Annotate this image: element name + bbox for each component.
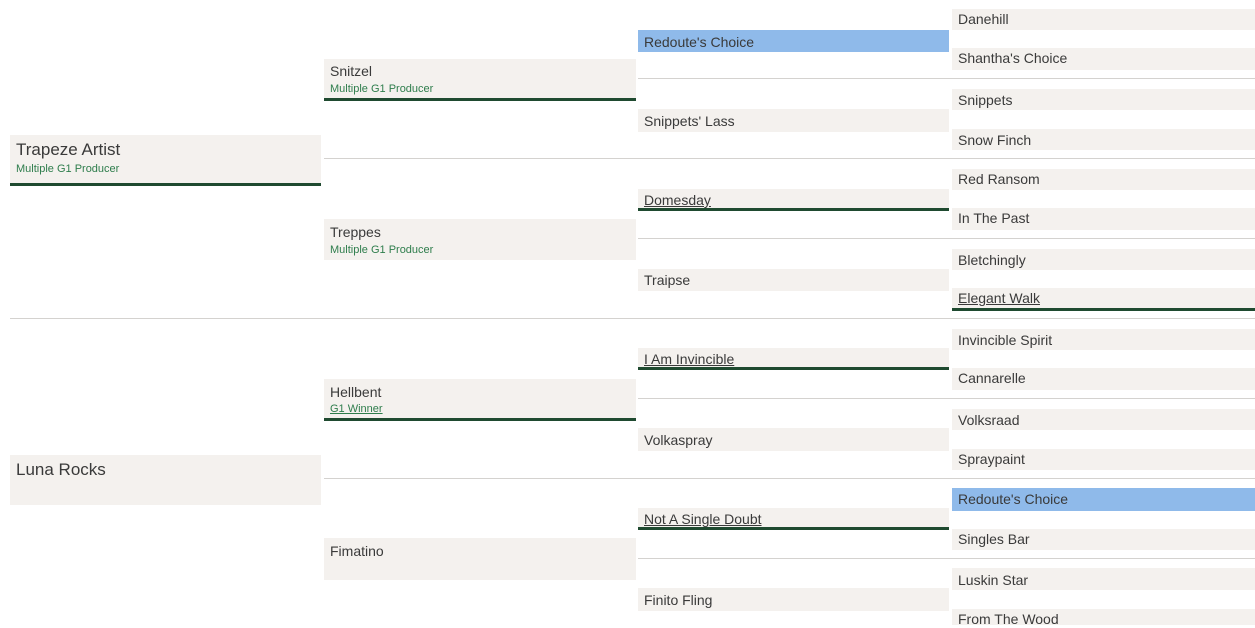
horse-name: Not A Single Doubt [644, 511, 762, 527]
horse-name: Spraypaint [958, 451, 1025, 467]
horse-name: Snippets [958, 92, 1013, 108]
horse-name: Luskin Star [958, 572, 1029, 588]
horse-name: Trapeze Artist [16, 140, 121, 159]
divider [638, 558, 1255, 559]
pedigree-gen3-0[interactable]: Redoute's Choice [638, 30, 949, 52]
pedigree-gen3-6[interactable]: Not A Single Doubt [638, 508, 949, 530]
horse-name: Domesday [644, 192, 711, 208]
pedigree-gen4-3[interactable]: Snow Finch [952, 129, 1255, 150]
pedigree-gen3-7[interactable]: Finito Fling [638, 588, 949, 611]
pedigree-gen4-14[interactable]: Luskin Star [952, 568, 1255, 590]
pedigree-gen4-12[interactable]: Redoute's Choice [952, 488, 1255, 511]
pedigree-gen4-1[interactable]: Shantha's Choice [952, 48, 1255, 70]
pedigree-gen4-15[interactable]: From The Wood [952, 609, 1255, 627]
horse-name: Elegant Walk [958, 290, 1040, 306]
pedigree-gen4-2[interactable]: Snippets [952, 89, 1255, 110]
horse-name: Invincible Spirit [958, 332, 1053, 348]
horse-tag: Multiple G1 Producer [16, 163, 120, 175]
pedigree-gen4-11[interactable]: Spraypaint [952, 449, 1255, 470]
horse-name: Singles Bar [958, 531, 1030, 547]
horse-name: Fimatino [330, 543, 384, 559]
horse-tag: Multiple G1 Producer [330, 83, 434, 95]
horse-tag: Multiple G1 Producer [330, 244, 434, 256]
pedigree-gen3-5[interactable]: Volkaspray [638, 428, 949, 451]
divider [324, 478, 1255, 479]
pedigree-sire[interactable]: Trapeze Artist Multiple G1 Producer [10, 135, 321, 186]
horse-name: Redoute's Choice [958, 491, 1069, 507]
horse-name: Danehill [958, 11, 1009, 27]
horse-name: Bletchingly [958, 252, 1026, 268]
divider [638, 398, 1255, 399]
pedigree-gen4-5[interactable]: In The Past [952, 208, 1255, 230]
divider [638, 78, 1255, 79]
pedigree-gen2-1[interactable]: Treppes Multiple G1 Producer [324, 219, 636, 260]
horse-name: Red Ransom [958, 171, 1040, 187]
pedigree-gen4-9[interactable]: Cannarelle [952, 368, 1255, 390]
pedigree-gen3-3[interactable]: Traipse [638, 269, 949, 291]
horse-name: Snitzel [330, 63, 373, 79]
divider [10, 318, 1255, 319]
horse-name: Shantha's Choice [958, 50, 1068, 66]
pedigree-gen3-2[interactable]: Domesday [638, 189, 949, 211]
horse-name: In The Past [958, 210, 1030, 226]
pedigree-gen4-6[interactable]: Bletchingly [952, 249, 1255, 270]
horse-name: Redoute's Choice [644, 34, 755, 50]
pedigree-gen2-2[interactable]: Hellbent G1 Winner [324, 379, 636, 421]
horse-name: Traipse [644, 272, 691, 288]
horse-name: Snow Finch [958, 132, 1032, 148]
horse-name: Treppes [330, 224, 381, 240]
horse-name: Luna Rocks [16, 460, 106, 479]
divider [638, 238, 1255, 239]
horse-name: Cannarelle [958, 370, 1026, 386]
pedigree-gen2-0[interactable]: Snitzel Multiple G1 Producer [324, 59, 636, 101]
pedigree-gen4-4[interactable]: Red Ransom [952, 169, 1255, 190]
pedigree-gen3-1[interactable]: Snippets' Lass [638, 109, 949, 132]
divider [324, 158, 1255, 159]
horse-name: Snippets' Lass [644, 113, 735, 129]
horse-name: I Am Invincible [644, 351, 735, 367]
horse-name: Volksraad [958, 412, 1020, 428]
horse-name: Hellbent [330, 384, 382, 400]
horse-name: Finito Fling [644, 592, 713, 608]
horse-name: Volkaspray [644, 432, 713, 448]
pedigree-gen3-4[interactable]: I Am Invincible [638, 348, 949, 370]
pedigree-gen4-13[interactable]: Singles Bar [952, 529, 1255, 550]
horse-tag: G1 Winner [330, 403, 383, 415]
pedigree-dam[interactable]: Luna Rocks [10, 455, 321, 505]
pedigree-gen4-10[interactable]: Volksraad [952, 409, 1255, 430]
pedigree-gen4-7[interactable]: Elegant Walk [952, 288, 1255, 311]
pedigree-gen4-0[interactable]: Danehill [952, 9, 1255, 30]
pedigree-gen2-3[interactable]: Fimatino [324, 538, 636, 580]
horse-name: From The Wood [958, 611, 1059, 627]
pedigree-gen4-8[interactable]: Invincible Spirit [952, 329, 1255, 350]
